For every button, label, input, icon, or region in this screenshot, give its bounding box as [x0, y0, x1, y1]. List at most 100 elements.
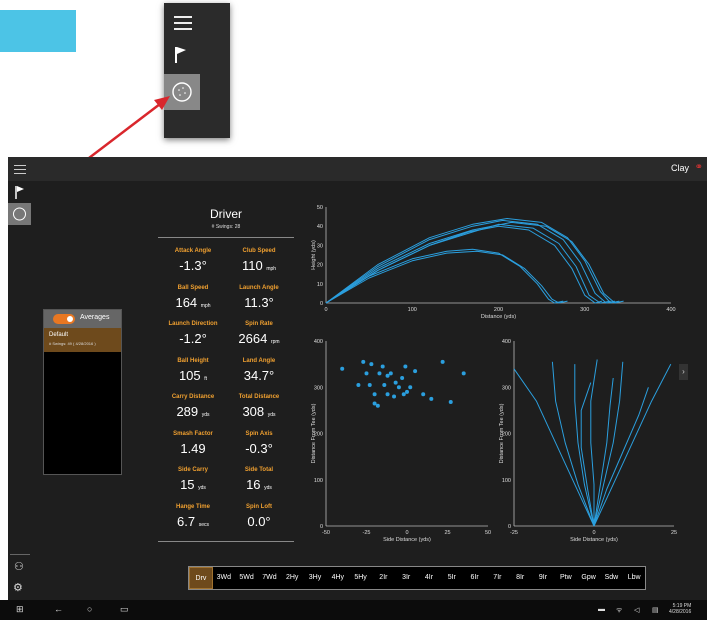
metric-unit: rpm	[270, 339, 280, 345]
club-tab[interactable]: Drv	[189, 567, 213, 589]
data-point	[400, 376, 405, 380]
gear-icon[interactable]: ⚙	[13, 581, 23, 594]
back-icon[interactable]: ←	[54, 604, 63, 614]
notification-icon[interactable]: ▤	[652, 606, 659, 614]
trajectory-chart: 0 100 200 300 400 0 10 20 30 40 50 Distance (yds) He…	[311, 205, 676, 320]
y-tick-label: 400	[502, 339, 511, 345]
y-tick-label: 50	[317, 205, 323, 211]
club-tab[interactable]: 6Ir	[463, 567, 487, 589]
club-tab[interactable]: Lbw	[622, 567, 646, 589]
golf-ball-icon[interactable]	[8, 203, 31, 225]
windows-start-icon[interactable]: ⊞	[16, 604, 24, 615]
x-tick-label: 200	[494, 307, 503, 313]
club-tab[interactable]: 4Hy	[326, 567, 350, 589]
club-tab[interactable]: 5Wd	[235, 567, 259, 589]
y-tick-label: 300	[314, 385, 323, 391]
club-tab[interactable]: 7Ir	[485, 567, 509, 589]
battery-icon[interactable]: ▬	[598, 606, 605, 613]
data-point	[380, 364, 385, 369]
metric-number: 34.7°	[243, 367, 275, 383]
averages-header: Averages	[44, 310, 121, 328]
y-tick-label: 20	[317, 263, 323, 269]
data-point	[385, 392, 390, 397]
club-selector: Drv 3Wd 5Wd 7Wd 2Hy 3Hy 4Hy 5Hy 2Ir 3Ir 4Ir 5Ir 6Ir 7…	[188, 566, 646, 590]
metric-number: 16	[246, 477, 261, 492]
club-tab[interactable]: Gpw	[577, 567, 601, 589]
hamburger-icon[interactable]	[14, 165, 26, 177]
metric-number: 0.0°	[247, 513, 271, 529]
metric: Total Distance 308 yds	[227, 394, 291, 419]
club-tab[interactable]: Ptw	[554, 567, 578, 589]
club-tab[interactable]: 2Hy	[280, 567, 304, 589]
task-view-icon[interactable]: ▭	[120, 604, 129, 615]
club-tab[interactable]: 3Wd	[212, 567, 236, 589]
swing-count: # Swings: 28	[211, 224, 241, 230]
metric-value: -0.3°	[227, 441, 291, 456]
metric-label: Launch Direction	[168, 321, 218, 327]
session-item-default[interactable]: Default # Swings: 49 ( 4/28/2016 )	[44, 328, 121, 352]
data-point	[382, 382, 387, 387]
y-tick-label: 0	[320, 524, 323, 530]
metric-number: -0.3°	[245, 440, 273, 456]
club-tab[interactable]: Sdw	[599, 567, 623, 589]
data-point	[377, 371, 382, 376]
club-tab[interactable]: 3Hy	[303, 567, 327, 589]
metric-label: Carry Distance	[171, 394, 215, 400]
metric-label: Club Speed	[242, 248, 276, 254]
y-tick-label: 400	[314, 339, 323, 345]
club-tab[interactable]: 3Ir	[394, 567, 418, 589]
y-tick-label: 10	[317, 282, 323, 288]
metric-unit: yds	[267, 412, 276, 418]
metric: Spin Rate 2664 rpm	[227, 321, 291, 346]
metric-label: Ball Height	[177, 357, 209, 364]
metric: Attack Angle -1.3°	[161, 248, 225, 273]
data-point	[413, 369, 418, 374]
profile-icon[interactable]: ⚭	[695, 162, 703, 173]
club-tab[interactable]: 9Ir	[531, 567, 555, 589]
club-tab[interactable]: 8Ir	[508, 567, 532, 589]
metric: Land Angle 34.7°	[227, 358, 291, 383]
x-tick-label: 0	[324, 307, 327, 313]
wifi-icon[interactable]: ᯤ	[616, 606, 622, 615]
metric-value: 16 yds	[227, 477, 291, 492]
data-point	[396, 385, 401, 390]
metric: Spin Axis -0.3°	[227, 431, 291, 456]
club-tab[interactable]: 4Ir	[417, 567, 441, 589]
data-point	[401, 392, 406, 397]
series-line	[551, 361, 595, 527]
users-icon[interactable]: ⚇	[14, 560, 24, 573]
metric-value: 0.0°	[227, 514, 291, 529]
averages-toggle[interactable]	[53, 314, 75, 324]
x-axis-label: Distance (yds)	[481, 314, 516, 320]
metric: Spin Loft 0.0°	[227, 504, 291, 529]
clock[interactable]: 5:19 PM 4/28/2016	[669, 603, 691, 615]
metric-label: Ball Speed	[177, 284, 209, 291]
metric: Ball Height 105 ft	[161, 358, 225, 383]
club-tab[interactable]: 7Wd	[257, 567, 281, 589]
y-tick-label: 300	[502, 385, 511, 391]
flag-icon[interactable]	[15, 186, 25, 204]
user-name[interactable]: Clay	[671, 163, 689, 173]
series-line	[325, 221, 624, 304]
club-title: Driver	[210, 207, 242, 221]
club-tab[interactable]: 2Ir	[371, 567, 395, 589]
data-point	[393, 380, 398, 385]
session-name: Default	[49, 332, 69, 338]
x-axis-label: Side Distance (yds)	[570, 537, 618, 543]
volume-icon[interactable]: ◁	[634, 606, 639, 614]
y-axis-label: Distance From Tee (yds)	[499, 403, 505, 463]
chevron-right-icon[interactable]: ›	[679, 364, 688, 380]
data-point	[403, 364, 408, 369]
metric-label: Smash Factor	[173, 430, 213, 437]
nav-rail: ⚇ ⚙	[8, 181, 32, 600]
metric-value: 6.7 secs	[161, 514, 225, 529]
metric-number: 289	[176, 404, 199, 419]
series-line	[593, 387, 649, 527]
data-point	[340, 366, 345, 371]
club-tab[interactable]: 5Hy	[349, 567, 373, 589]
series-line	[593, 377, 614, 527]
rail-divider	[10, 554, 30, 555]
search-circle-icon[interactable]: ○	[87, 604, 92, 614]
title-bar: Clay ⚭	[8, 157, 707, 181]
club-tab[interactable]: 5Ir	[440, 567, 464, 589]
